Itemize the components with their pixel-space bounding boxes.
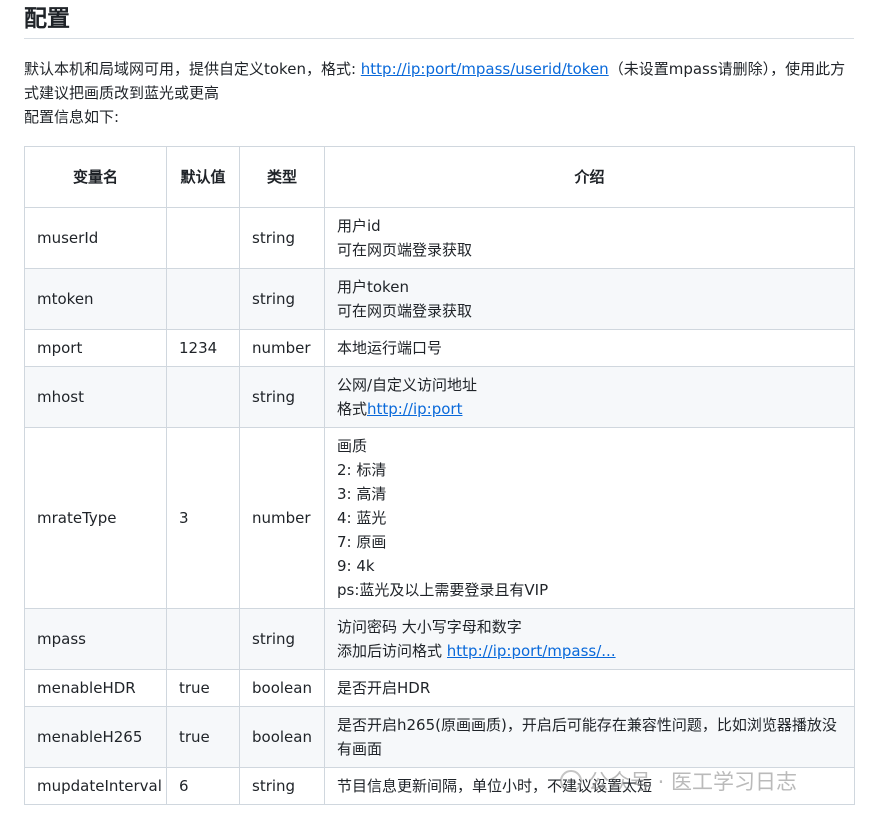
intro-text: 默认本机和局域网可用，提供自定义token，格式: http://ip:port… <box>24 57 854 129</box>
desc-line: 用户token <box>337 278 409 296</box>
cell-desc: 是否开启HDR <box>324 669 855 707</box>
desc-line: 是否开启h265(原画画质)，开启后可能存在兼容性问题，比如浏览器播放没有画面 <box>337 716 837 758</box>
cell-type: string <box>239 268 325 330</box>
cell-name: menableH265 <box>24 706 167 768</box>
header-default-value: 默认值 <box>166 146 240 208</box>
table-header-row: 变量名 默认值 类型 介绍 <box>24 146 855 208</box>
table-row: muserId string 用户id 可在网页端登录获取 <box>24 207 855 269</box>
token-format-link[interactable]: http://ip:port/mpass/userid/token <box>361 60 609 78</box>
cell-desc: 公网/自定义访问地址 格式http://ip:port <box>324 366 855 428</box>
cell-type: number <box>239 427 325 609</box>
intro-line2: 配置信息如下: <box>24 108 120 126</box>
mpass-format-link[interactable]: http://ip:port/mpass/... <box>447 639 616 663</box>
table-row: mhost string 公网/自定义访问地址 格式http://ip:port <box>24 366 855 428</box>
cell-type: string <box>239 366 325 428</box>
header-variable-name: 变量名 <box>24 146 167 208</box>
intro-paragraph: 默认本机和局域网可用，提供自定义token，格式: http://ip:port… <box>24 57 854 105</box>
desc-line: 画质 <box>337 437 368 455</box>
cell-default: 3 <box>166 427 240 609</box>
desc-line-with-link: 添加后访问格式 http://ip:port/mpass/... <box>337 639 842 663</box>
header-type: 类型 <box>239 146 325 208</box>
desc-line: 本地运行端口号 <box>337 339 443 357</box>
desc-label: 添加后访问格式 <box>337 642 447 660</box>
cell-default <box>166 366 240 428</box>
cell-desc: 本地运行端口号 <box>324 329 855 367</box>
cell-default <box>166 207 240 269</box>
table-row: menableHDR true boolean 是否开启HDR <box>24 669 855 707</box>
desc-line: 7: 原画 <box>337 533 387 551</box>
cell-desc: 用户token 可在网页端登录获取 <box>324 268 855 330</box>
desc-line: 访问密码 大小写字母和数字 <box>337 618 522 636</box>
cell-type: string <box>239 767 325 805</box>
desc-line: 是否开启HDR <box>337 679 431 697</box>
cell-type: string <box>239 608 325 670</box>
host-format-link[interactable]: http://ip:port <box>367 400 462 418</box>
config-table: 变量名 默认值 类型 介绍 muserId string 用户id 可在网页端登… <box>24 146 855 805</box>
cell-type: number <box>239 329 325 367</box>
table-row: mport 1234 number 本地运行端口号 <box>24 329 855 367</box>
desc-line: 9: 4k <box>337 557 375 575</box>
cell-desc: 用户id 可在网页端登录获取 <box>324 207 855 269</box>
cell-default <box>166 268 240 330</box>
desc-line: 节目信息更新间隔，单位小时，不建议设置太短 <box>337 777 653 795</box>
cell-type: boolean <box>239 669 325 707</box>
cell-desc: 访问密码 大小写字母和数字 添加后访问格式 http://ip:port/mpa… <box>324 608 855 670</box>
desc-line-with-link: 格式http://ip:port <box>337 397 842 421</box>
cell-type: string <box>239 207 325 269</box>
desc-line: 4: 蓝光 <box>337 509 387 527</box>
cell-desc: 画质 2: 标清 3: 高清 4: 蓝光 7: 原画 9: 4k ps:蓝光及以… <box>324 427 855 609</box>
table-row: mpass string 访问密码 大小写字母和数字 添加后访问格式 http:… <box>24 608 855 670</box>
config-section: 配置 默认本机和局域网可用，提供自定义token，格式: http://ip:p… <box>24 0 855 805</box>
desc-line: ps:蓝光及以上需要登录且有VIP <box>337 581 549 599</box>
desc-label: 格式 <box>337 400 368 418</box>
cell-name: mtoken <box>24 268 167 330</box>
cell-desc: 节目信息更新间隔，单位小时，不建议设置太短 <box>324 767 855 805</box>
cell-name: mupdateInterval <box>24 767 167 805</box>
desc-line: 可在网页端登录获取 <box>337 241 473 259</box>
cell-name: mpass <box>24 608 167 670</box>
cell-name: mrateType <box>24 427 167 609</box>
cell-name: mport <box>24 329 167 367</box>
desc-line: 公网/自定义访问地址 <box>337 376 478 394</box>
desc-line: 用户id <box>337 217 381 235</box>
cell-default: true <box>166 669 240 707</box>
table-row: mrateType 3 number 画质 2: 标清 3: 高清 4: 蓝光 … <box>24 427 855 609</box>
cell-default: 6 <box>166 767 240 805</box>
table-row: menableH265 true boolean 是否开启h265(原画画质)，… <box>24 706 855 768</box>
desc-line: 可在网页端登录获取 <box>337 302 473 320</box>
cell-default <box>166 608 240 670</box>
table-row: mtoken string 用户token 可在网页端登录获取 <box>24 268 855 330</box>
desc-line: 3: 高清 <box>337 485 387 503</box>
desc-line: 2: 标清 <box>337 461 387 479</box>
cell-name: muserId <box>24 207 167 269</box>
cell-default: 1234 <box>166 329 240 367</box>
cell-name: menableHDR <box>24 669 167 707</box>
section-heading: 配置 <box>24 0 854 39</box>
cell-default: true <box>166 706 240 768</box>
intro-before-link: 默认本机和局域网可用，提供自定义token，格式: <box>24 60 361 78</box>
cell-type: boolean <box>239 706 325 768</box>
cell-desc: 是否开启h265(原画画质)，开启后可能存在兼容性问题，比如浏览器播放没有画面 <box>324 706 855 768</box>
cell-name: mhost <box>24 366 167 428</box>
table-row: mupdateInterval 6 string 节目信息更新间隔，单位小时，不… <box>24 767 855 805</box>
header-description: 介绍 <box>324 146 855 208</box>
